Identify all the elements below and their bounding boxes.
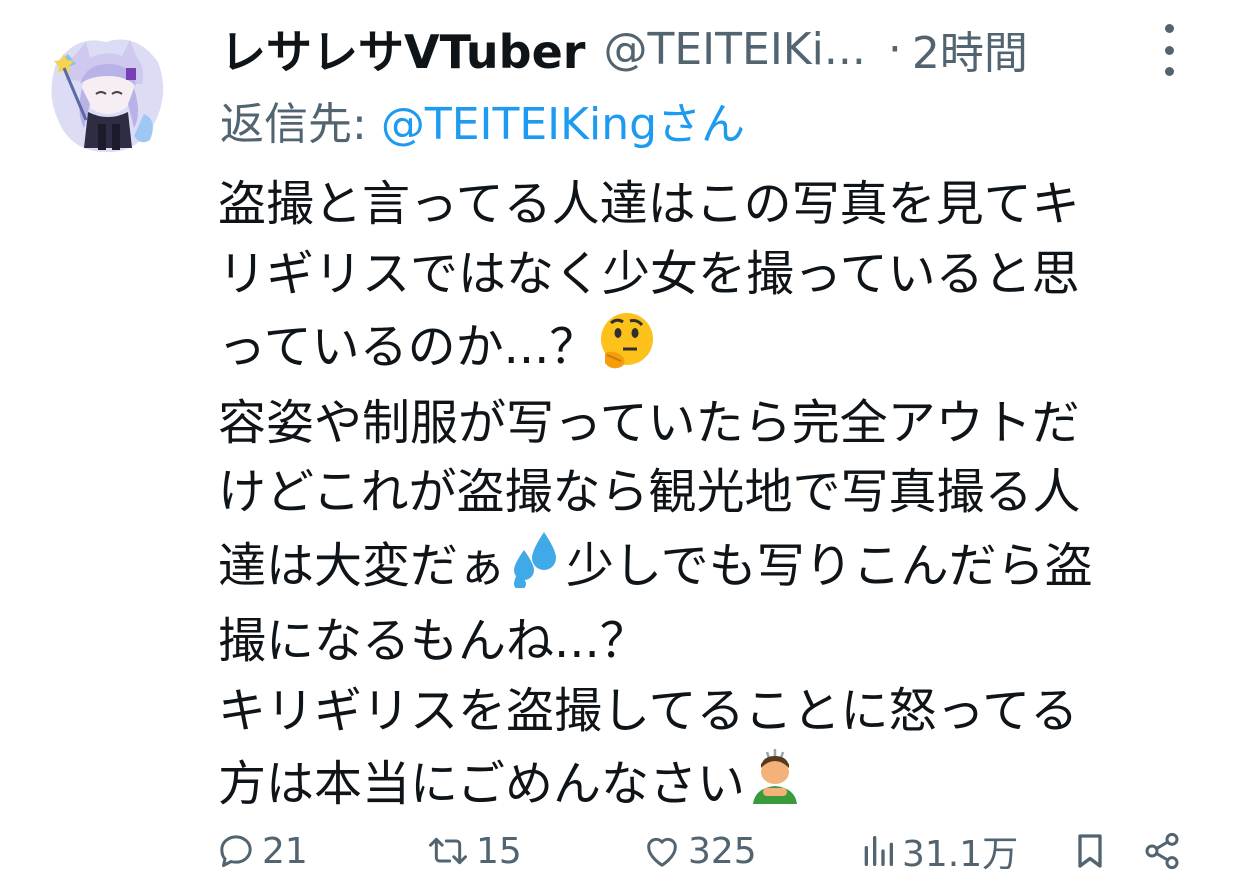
user-handle[interactable]: @TEITEIKi... — [603, 24, 865, 75]
like-button[interactable]: 325 — [642, 826, 757, 876]
avatar[interactable] — [46, 24, 170, 162]
heart-icon — [647, 837, 677, 867]
reply-to-prefix: 返信先: — [220, 99, 367, 150]
tweet-line: 容姿や制服が写っていたら完全アウトだ — [218, 394, 1080, 451]
tweet-actions: 21 15 325 31.1万 — [216, 826, 1186, 876]
bookmark-button[interactable] — [1072, 826, 1108, 876]
bookmark-icon — [1078, 834, 1102, 868]
display-name[interactable]: レサレサVTuber — [220, 16, 585, 82]
tweet-line-text: 達は大変だぁ — [218, 537, 507, 594]
tweet-header: レサレサVTuber @TEITEIKi... · 2時間 — [220, 18, 1200, 80]
tweet-line: キリギリスを盗撮してることに怒ってる — [218, 682, 1079, 739]
timestamp[interactable]: 2時間 — [912, 17, 1028, 81]
retweet-icon — [429, 837, 467, 865]
thinking-face-icon — [597, 309, 657, 389]
tweet-line: っているのか...？ — [218, 309, 1178, 389]
share-button[interactable] — [1142, 826, 1182, 876]
like-count: 325 — [688, 830, 757, 872]
sweat-droplets-icon — [506, 528, 566, 608]
tweet-line: 達は大変だぁ 少しでも写りこんだら盗 — [218, 528, 1178, 608]
tweet-line: リギリスではなく少女を撮っていると思 — [218, 245, 1080, 302]
reply-to: 返信先: @TEITEIKingさん — [220, 88, 745, 152]
tweet-line: 方は本当にごめんなさい — [218, 746, 1178, 826]
share-icon — [1145, 832, 1179, 870]
tweet-line-text: 方は本当にごめんなさい — [218, 756, 746, 812]
reply-to-mention[interactable]: @TEITEIKingさん — [381, 99, 745, 150]
views-count: 31.1万 — [902, 834, 1019, 875]
separator-dot: · — [887, 23, 902, 75]
retweet-count: 15 — [476, 830, 522, 872]
retweet-button[interactable]: 15 — [426, 826, 522, 876]
reply-to-handle[interactable]: @TEITEIKing — [381, 99, 657, 150]
reply-button[interactable]: 21 — [216, 826, 308, 876]
reply-to-suffix: さん — [657, 99, 746, 150]
person-bowing-icon — [745, 746, 805, 826]
more-options-icon[interactable] — [1152, 24, 1186, 76]
reply-icon — [220, 835, 252, 867]
tweet-text: 盗撮と言ってる人達はこの写真を見てキ リギリスではなく少女を撮っていると思 って… — [218, 170, 1178, 826]
reply-count: 21 — [262, 830, 308, 872]
tweet-line: 盗撮と言ってる人達はこの写真を見てキ — [218, 176, 1080, 232]
tweet-line-text: 少しでも写りこんだら盗 — [566, 537, 1093, 594]
tweet-line: けどこれが盗撮なら観光地で写真撮る人 — [218, 464, 1081, 520]
views-chart-icon — [864, 836, 893, 866]
views-button[interactable]: 31.1万 — [860, 826, 1018, 876]
tweet-line: 撮になるもんね...？ — [218, 613, 648, 669]
tweet-line-text: っているのか...？ — [218, 319, 598, 375]
